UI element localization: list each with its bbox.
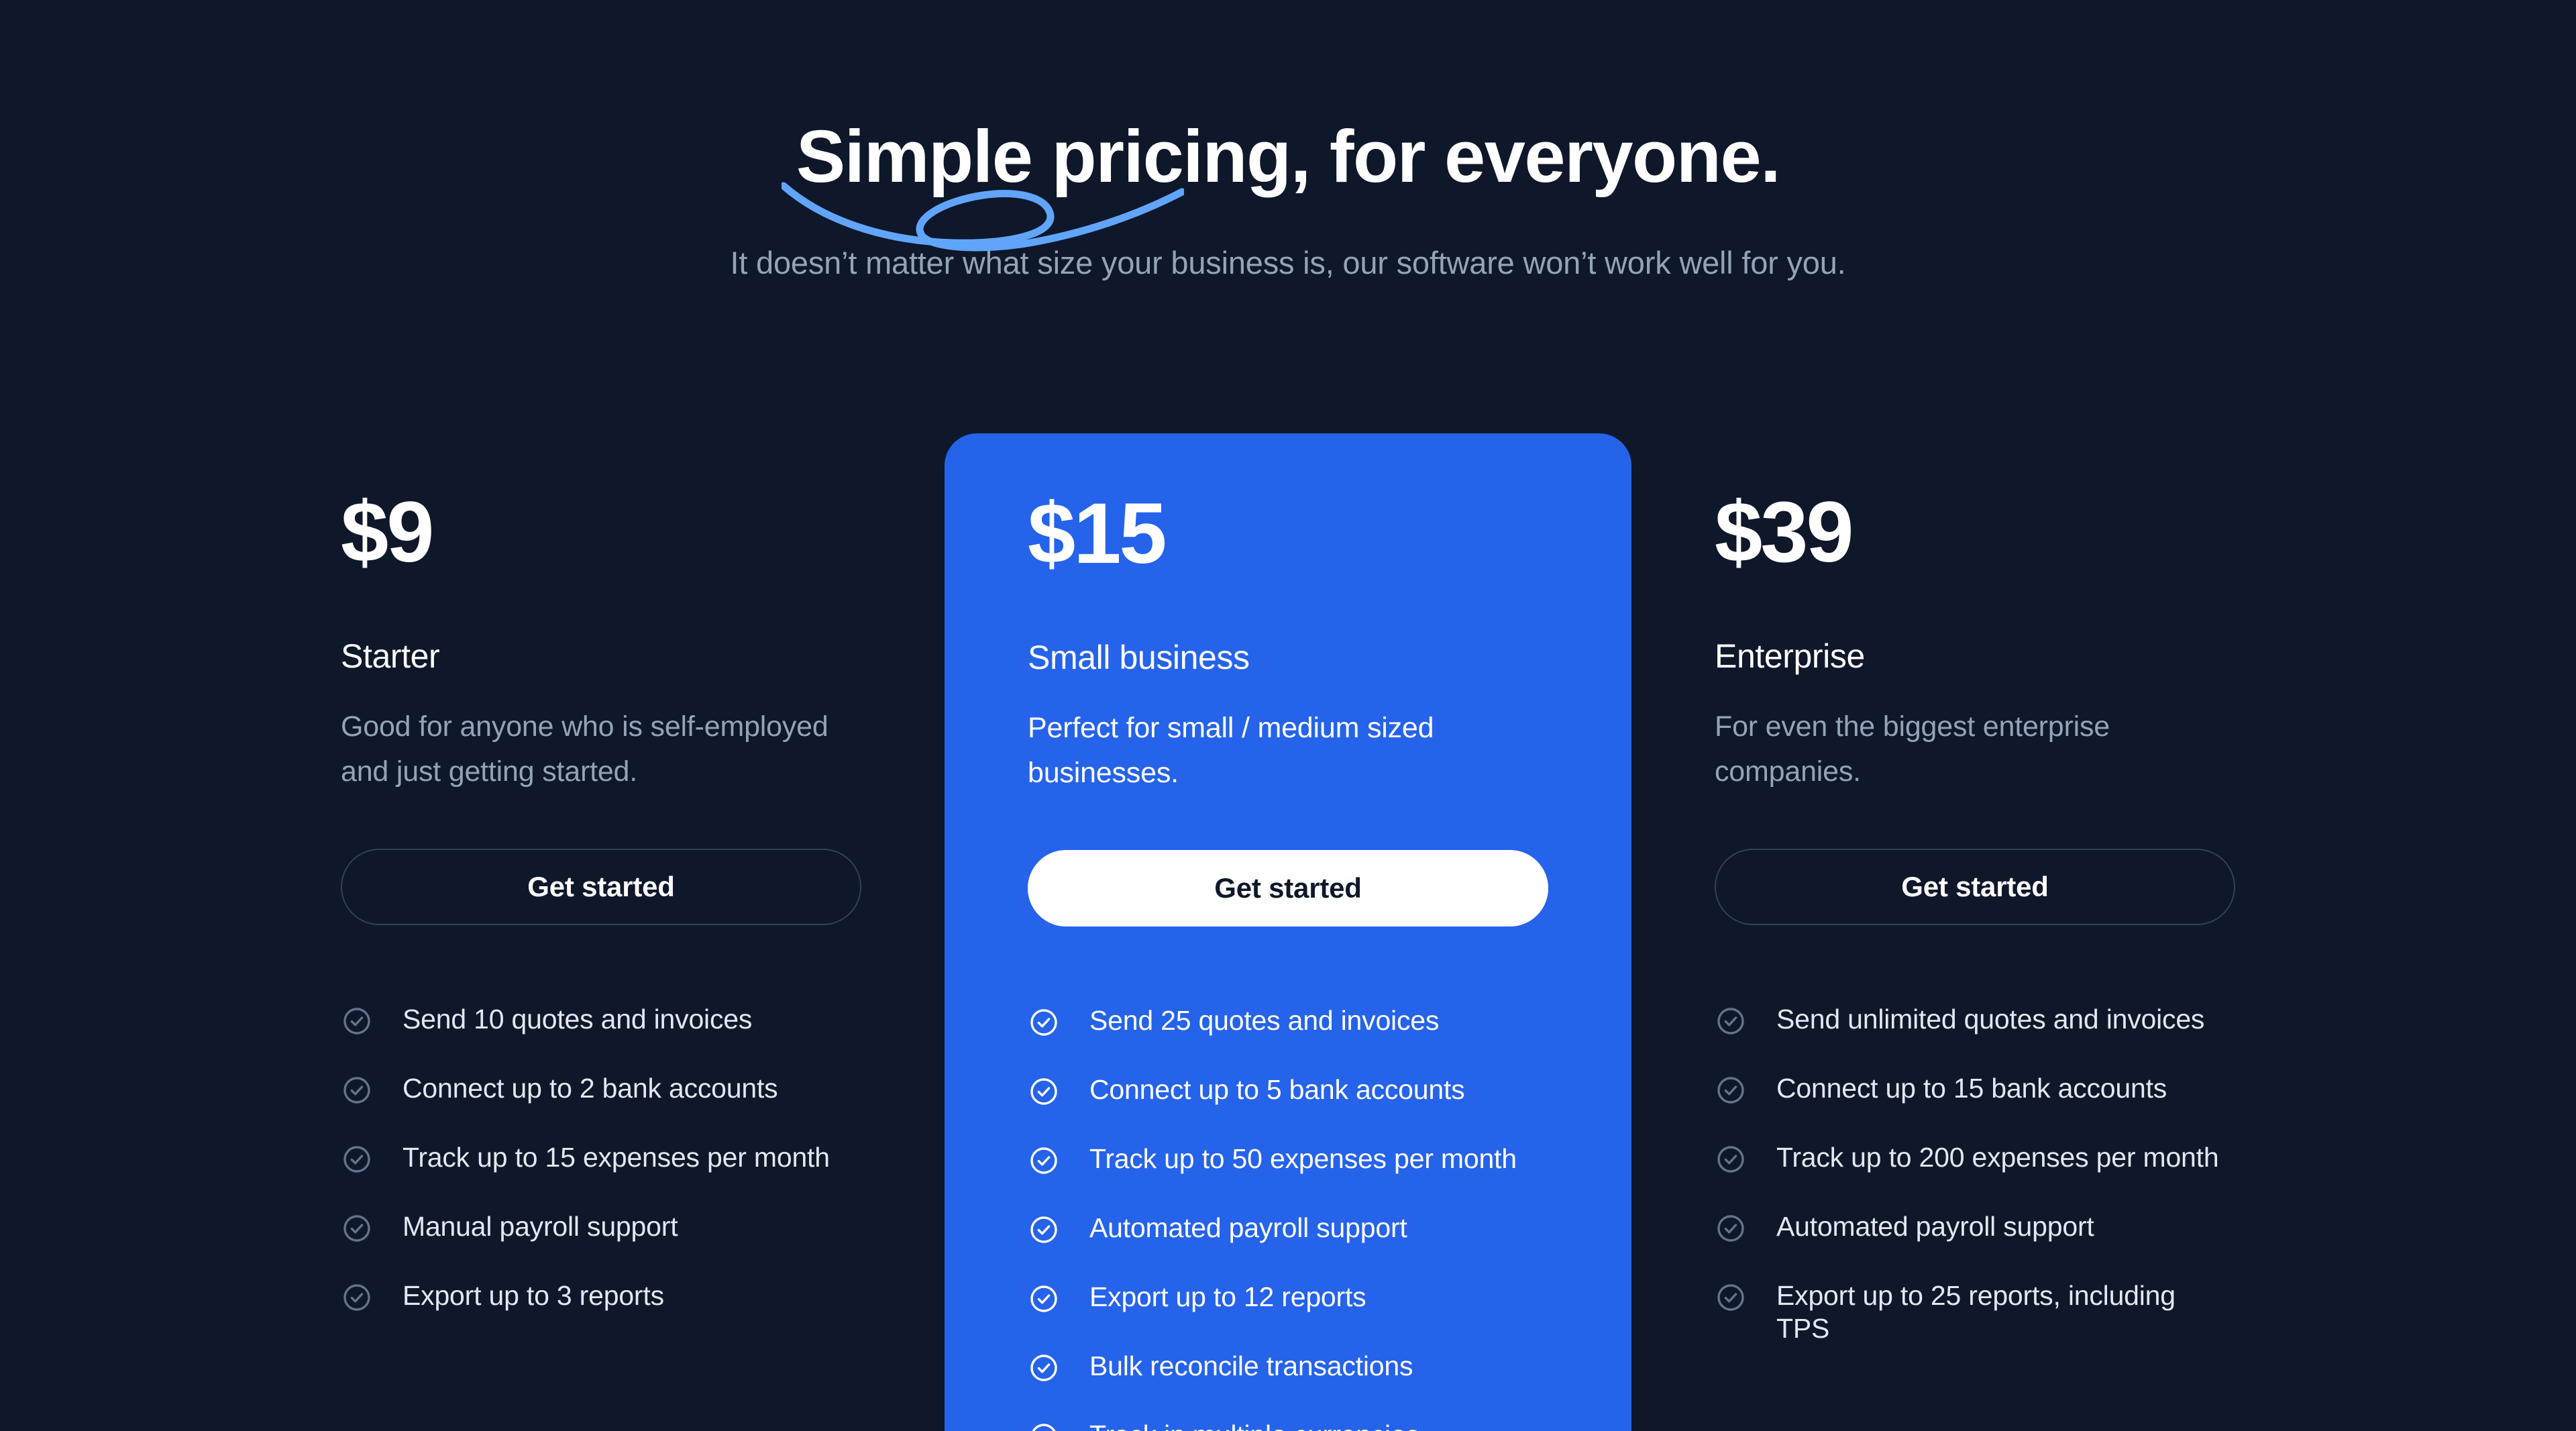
circle-check-icon	[1028, 1006, 1060, 1039]
circle-check-icon	[1715, 1212, 1747, 1244]
feature-label: Track up to 200 expenses per month	[1776, 1142, 2219, 1173]
feature-label: Export up to 12 reports	[1089, 1281, 1366, 1313]
circle-check-icon	[341, 1074, 373, 1106]
feature-label: Connect up to 15 bank accounts	[1776, 1073, 2167, 1104]
pricing-card-enterprise: $39 Enterprise For even the biggest ente…	[1631, 433, 2318, 1344]
circle-check-icon	[1028, 1283, 1060, 1315]
page-title: Simple pricing, for everyone.	[796, 115, 1781, 198]
list-item: Connect up to 5 bank accounts	[1028, 1073, 1548, 1108]
page-subtitle: It doesn’t matter what size your busines…	[730, 244, 1846, 280]
list-item: Export up to 25 reports, including TPS	[1715, 1279, 2235, 1344]
list-item: Track in multiple currencies	[1028, 1419, 1548, 1431]
plan-feature-list: Send unlimited quotes and invoices Conne…	[1715, 1003, 2235, 1344]
feature-label: Track up to 50 expenses per month	[1089, 1143, 1517, 1175]
feature-label: Send unlimited quotes and invoices	[1776, 1004, 2205, 1035]
list-item: Automated payroll support	[1028, 1212, 1548, 1246]
list-item: Send unlimited quotes and invoices	[1715, 1003, 2235, 1037]
get-started-button-starter[interactable]: Get started	[341, 849, 861, 926]
list-item: Bulk reconcile transactions	[1028, 1350, 1548, 1384]
feature-label: Track up to 15 expenses per month	[402, 1142, 830, 1173]
list-item: Track up to 50 expenses per month	[1028, 1143, 1548, 1177]
feature-label: Automated payroll support	[1089, 1212, 1407, 1244]
list-item: Track up to 15 expenses per month	[341, 1141, 861, 1175]
list-item: Send 10 quotes and invoices	[341, 1003, 861, 1037]
circle-check-icon	[1028, 1145, 1060, 1177]
circle-check-icon	[1028, 1075, 1060, 1108]
plan-feature-list: Send 10 quotes and invoices Connect up t…	[341, 1003, 861, 1314]
pricing-header: Simple pricing, for everyone. It doesn’t…	[0, 0, 2576, 286]
pricing-card-starter: $9 Starter Good for anyone who is self-e…	[258, 433, 945, 1314]
plan-name: Starter	[341, 637, 440, 675]
feature-label: Send 25 quotes and invoices	[1089, 1005, 1440, 1037]
plan-price: $15	[1028, 486, 1167, 582]
plan-price: $9	[341, 484, 434, 580]
list-item: Send 25 quotes and invoices	[1028, 1004, 1548, 1039]
list-item: Track up to 200 expenses per month	[1715, 1141, 2235, 1175]
get-started-button-small-business[interactable]: Get started	[1028, 850, 1548, 927]
feature-label: Automated payroll support	[1776, 1211, 2094, 1242]
pricing-card-small-business: $15 Small business Perfect for small / m…	[945, 433, 1631, 1431]
circle-check-icon	[1715, 1143, 1747, 1175]
plan-name: Small business	[1028, 639, 1250, 676]
circle-check-icon	[1715, 1074, 1747, 1106]
feature-label: Connect up to 5 bank accounts	[1089, 1074, 1465, 1106]
circle-check-icon	[341, 1005, 373, 1037]
list-item: Manual payroll support	[341, 1210, 861, 1244]
circle-check-icon	[1715, 1281, 1747, 1314]
circle-check-icon	[341, 1143, 373, 1175]
circle-check-icon	[1028, 1352, 1060, 1384]
list-item: Export up to 12 reports	[1028, 1281, 1548, 1315]
circle-check-icon	[1028, 1421, 1060, 1431]
circle-check-icon	[1715, 1005, 1747, 1037]
plan-description: Perfect for small / medium sized busines…	[1028, 712, 1434, 789]
feature-label: Export up to 25 reports, including TPS	[1776, 1280, 2176, 1344]
plan-feature-list: Send 25 quotes and invoices Connect up t…	[1028, 1004, 1548, 1431]
circle-check-icon	[341, 1212, 373, 1244]
pricing-page: Simple pricing, for everyone. It doesn’t…	[0, 0, 2576, 1431]
feature-label: Manual payroll support	[402, 1211, 678, 1242]
get-started-button-enterprise[interactable]: Get started	[1715, 849, 2235, 926]
circle-check-icon	[1028, 1214, 1060, 1246]
circle-check-icon	[341, 1281, 373, 1314]
plan-price: $39	[1715, 484, 1854, 580]
headline-wrapper: Simple pricing, for everyone.	[781, 115, 1781, 252]
feature-label: Connect up to 2 bank accounts	[402, 1073, 778, 1104]
pricing-plans-grid: $9 Starter Good for anyone who is self-e…	[0, 433, 2576, 1431]
plan-description: For even the biggest enterprise companie…	[1715, 710, 2110, 788]
feature-label: Send 10 quotes and invoices	[402, 1004, 753, 1035]
feature-label: Bulk reconcile transactions	[1089, 1350, 1413, 1382]
list-item: Automated payroll support	[1715, 1210, 2235, 1244]
plan-description: Good for anyone who is self-employed and…	[341, 710, 828, 788]
list-item: Export up to 3 reports	[341, 1279, 861, 1314]
list-item: Connect up to 2 bank accounts	[341, 1072, 861, 1106]
feature-label: Export up to 3 reports	[402, 1280, 664, 1312]
list-item: Connect up to 15 bank accounts	[1715, 1072, 2235, 1106]
feature-label: Track in multiple currencies	[1089, 1419, 1419, 1431]
plan-name: Enterprise	[1715, 637, 1865, 675]
